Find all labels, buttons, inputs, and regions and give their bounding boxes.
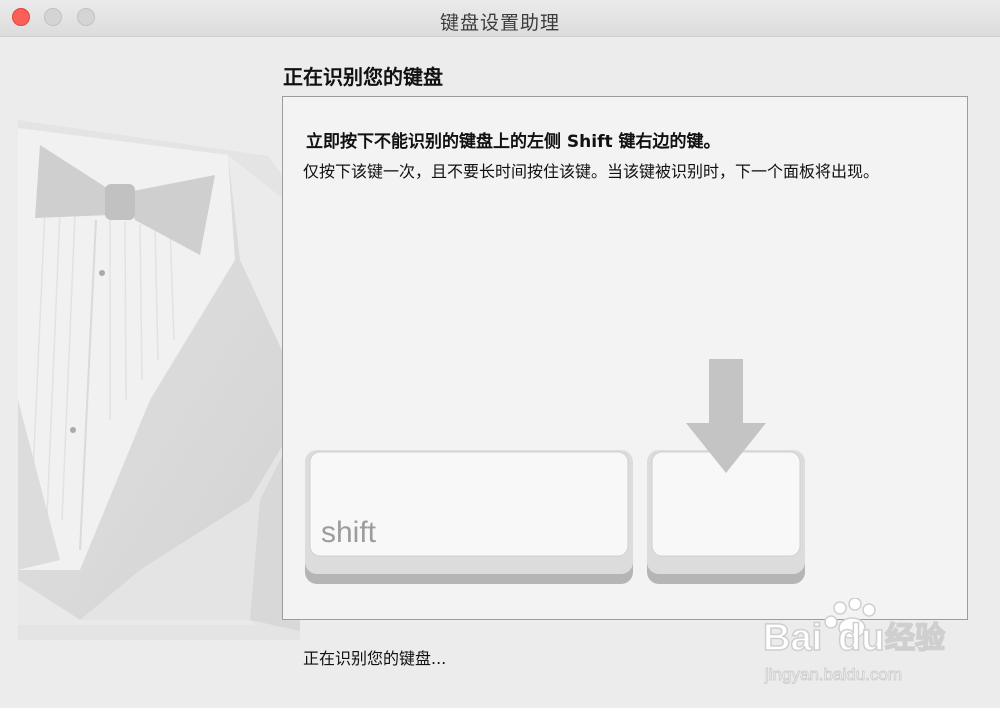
title-bar[interactable]: 键盘设置助理 [0,0,1000,37]
shift-key: shift [305,450,633,584]
keyboard-keys-graphic: shift [305,359,805,584]
svg-text:Bai: Bai [763,617,822,659]
tuxedo-illustration [18,120,300,640]
svg-text:du: du [838,617,884,659]
keyboard-setup-assistant-window: 键盘设置助理 正在识别您的键盘 立即按下不能识别的键盘上的左侧 Shift 键右… [0,0,1000,708]
svg-text:jingyan.baidu.com: jingyan.baidu.com [764,665,902,684]
shift-key-label: shift [321,516,377,549]
detail-text: 仅按下该键一次，且不要长时间按住该键。当该键被识别时，下一个面板将出现。 [303,162,880,181]
svg-text:经验: 经验 [885,621,945,656]
instruction-text: 立即按下不能识别的键盘上的左侧 Shift 键右边的键。 [306,132,721,152]
window-title: 键盘设置助理 [439,12,560,34]
key-detection-panel: 立即按下不能识别的键盘上的左侧 Shift 键右边的键。 仅按下该键一次，且不要… [282,96,968,620]
status-text: 正在识别您的键盘... [303,649,447,668]
baidu-jingyan-watermark: Bai du 经验 jingyan.baidu.com [762,598,946,685]
page-heading: 正在识别您的键盘 [283,65,443,89]
